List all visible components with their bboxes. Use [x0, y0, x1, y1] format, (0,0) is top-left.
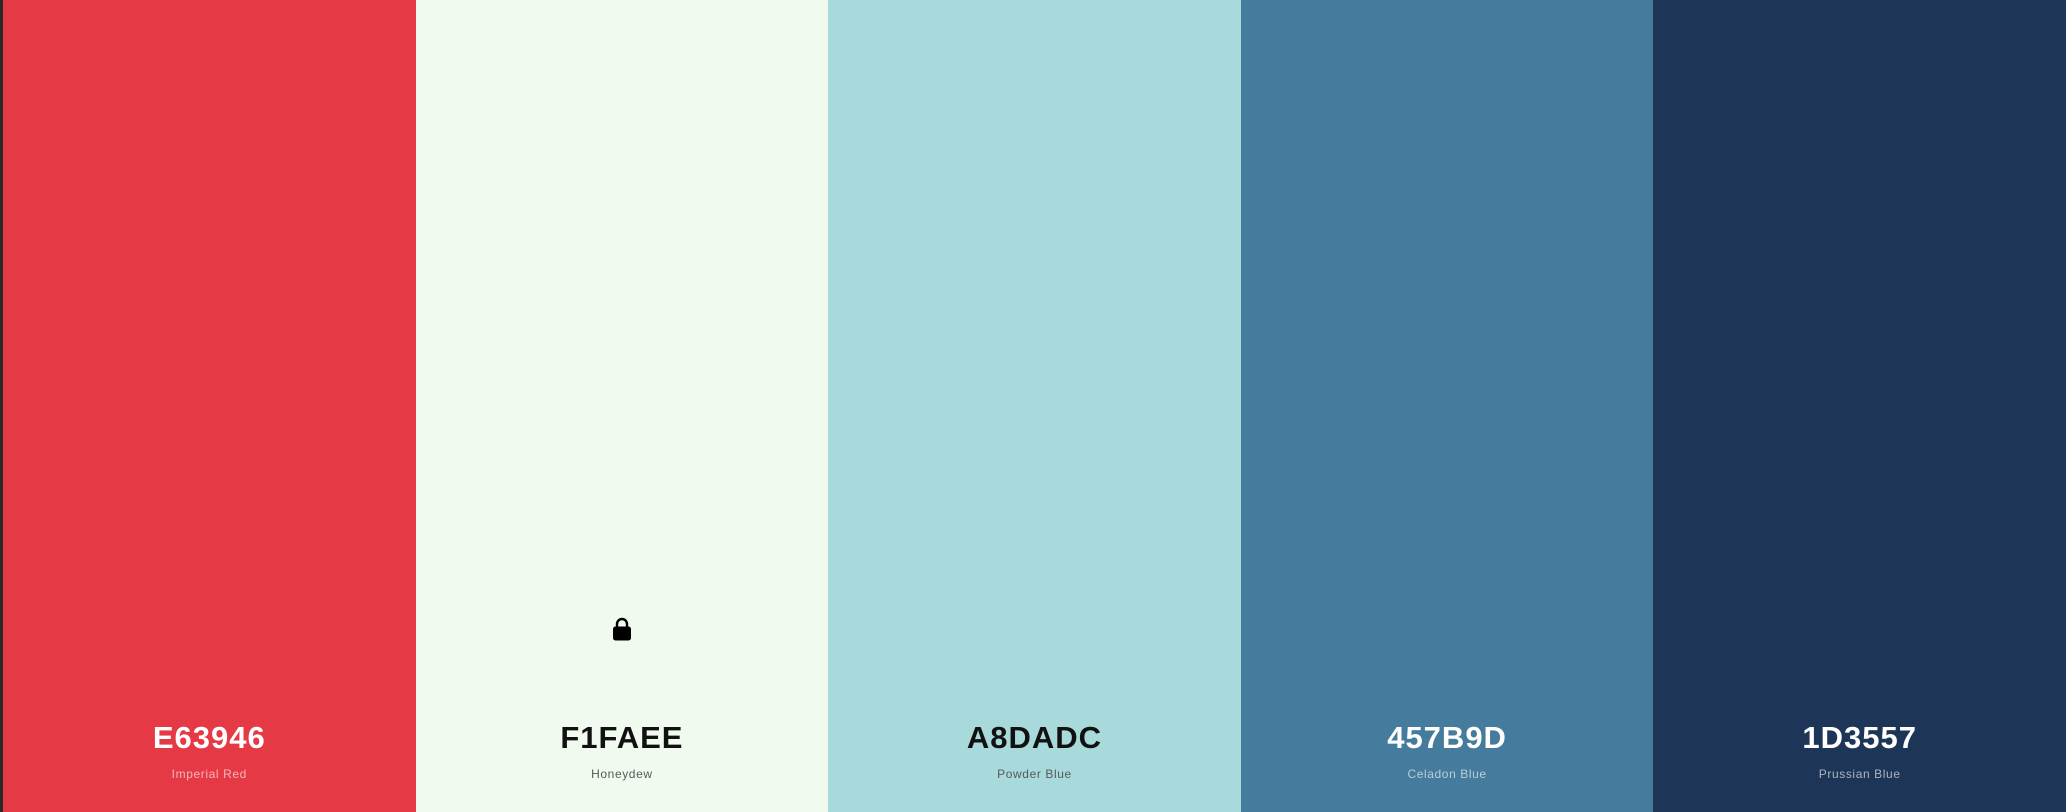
hex-code[interactable]: 457B9D — [1241, 718, 1654, 758]
hex-code[interactable]: F1FAEE — [416, 718, 829, 758]
color-palette: E63946 Imperial Red F1FAEE Honeydew A8DA… — [3, 0, 2066, 812]
hex-code[interactable]: A8DADC — [828, 718, 1241, 758]
color-name: Powder Blue — [997, 767, 1072, 781]
color-name: Celadon Blue — [1407, 767, 1487, 781]
hex-code[interactable]: 1D3557 — [1653, 718, 2066, 758]
lock-icon[interactable] — [612, 617, 632, 641]
swatch-celadon-blue[interactable]: 457B9D Celadon Blue — [1240, 0, 1654, 812]
color-name: Prussian Blue — [1818, 767, 1901, 781]
swatch-powder-blue[interactable]: A8DADC Powder Blue — [828, 0, 1241, 812]
color-name: Honeydew — [591, 767, 653, 781]
color-name: Imperial Red — [171, 767, 247, 781]
swatch-honeydew[interactable]: F1FAEE Honeydew — [415, 0, 829, 812]
hex-code[interactable]: E63946 — [3, 718, 416, 758]
swatch-imperial-red[interactable]: E63946 Imperial Red — [3, 0, 416, 812]
swatch-prussian-blue[interactable]: 1D3557 Prussian Blue — [1653, 0, 2066, 812]
